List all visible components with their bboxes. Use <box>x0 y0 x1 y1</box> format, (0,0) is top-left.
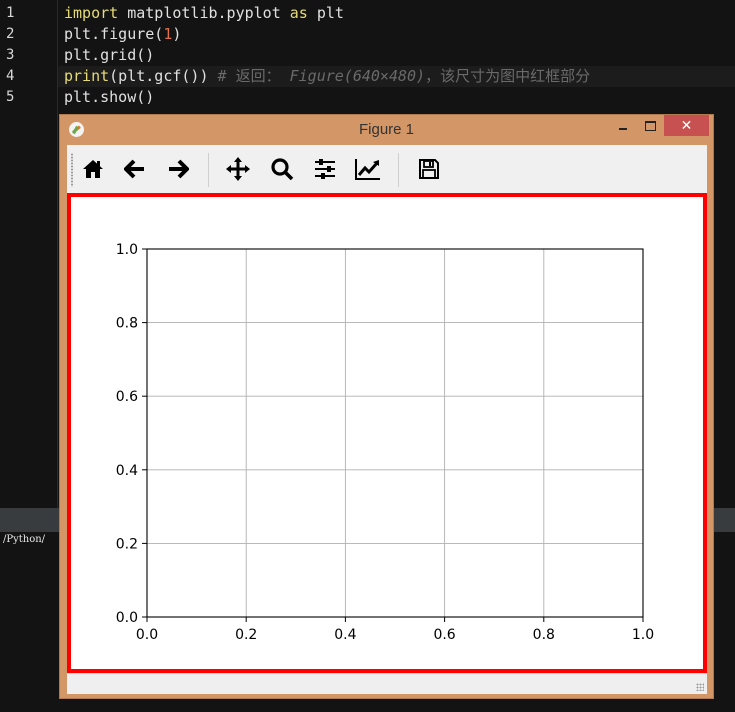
y-tick-label: 0.2 <box>116 536 138 552</box>
y-tick-label: 0.8 <box>116 316 138 332</box>
line-chart-icon <box>355 159 380 180</box>
home-icon <box>83 160 103 178</box>
code-line[interactable]: plt.show() <box>64 87 154 108</box>
back-button[interactable] <box>121 155 149 183</box>
resize-grip-icon[interactable] <box>696 683 704 691</box>
toolbar-separator <box>208 153 209 187</box>
line-number: 4 <box>6 68 15 84</box>
floppy-disk-icon <box>419 159 439 179</box>
code-token: # 返回： <box>208 67 290 85</box>
code-line[interactable]: import matplotlib.pyplot as plt <box>64 3 344 24</box>
chart-svg: 0.0 0.2 0.4 0.6 0.8 1.0 0.0 0.2 0.4 0.6 0.8 1.0 <box>116 242 654 643</box>
edit-axis-button[interactable] <box>354 155 382 183</box>
arrow-right-icon <box>169 159 189 179</box>
forward-button[interactable] <box>164 155 192 183</box>
code-line[interactable]: plt.figure(1) <box>64 24 181 45</box>
move-icon <box>226 157 250 181</box>
status-bar <box>67 673 707 694</box>
code-token: plt.show() <box>64 88 155 106</box>
code-token: Figure(640×480) <box>289 67 426 85</box>
subplots-button[interactable] <box>311 155 339 183</box>
pan-button[interactable] <box>224 155 252 183</box>
toolbar-separator <box>398 153 399 187</box>
magnifier-icon <box>271 158 294 181</box>
code-token: (plt.gcf()) <box>109 67 209 85</box>
code-line[interactable]: plt.grid() <box>64 45 154 66</box>
code-token: as <box>289 4 308 22</box>
x-tick-label: 0.0 <box>136 627 158 643</box>
y-tick-label: 0.6 <box>116 389 138 405</box>
line-number: 5 <box>6 89 15 105</box>
code-token: plt <box>307 4 344 22</box>
line-number: 1 <box>6 5 15 21</box>
maximize-button[interactable] <box>638 115 662 136</box>
maximize-icon <box>644 120 656 131</box>
code-token: plt.grid() <box>64 46 155 64</box>
code-token: ，该尺寸为图中红框部分 <box>425 67 591 85</box>
console-output: /Python/ <box>3 534 46 545</box>
minimize-button[interactable] <box>612 115 634 136</box>
zoom-button[interactable] <box>268 155 296 183</box>
arrow-left-icon <box>124 159 144 179</box>
navigation-toolbar <box>67 145 707 194</box>
home-button[interactable] <box>79 155 107 183</box>
sliders-icon <box>315 159 335 179</box>
figure-canvas[interactable]: 0.0 0.2 0.4 0.6 0.8 1.0 0.0 0.2 0.4 0.6 0.8 1.0 <box>67 193 707 673</box>
close-button[interactable]: ✕ <box>664 115 709 136</box>
code-line[interactable]: print(plt.gcf()) # 返回： Figure(640×480)，该… <box>64 66 590 87</box>
toolbar-grip-handle[interactable] <box>71 153 73 187</box>
y-tick-label: 0.4 <box>116 463 138 479</box>
code-token: matplotlib.pyplot <box>118 4 290 22</box>
minimize-icon <box>619 127 627 130</box>
line-number: 2 <box>6 26 15 42</box>
x-tick-label: 0.6 <box>433 627 455 643</box>
close-icon: ✕ <box>680 117 693 134</box>
save-button[interactable] <box>415 155 443 183</box>
x-tick-label: 1.0 <box>632 627 654 643</box>
x-tick-label: 0.4 <box>334 627 356 643</box>
axes-frame <box>146 248 644 618</box>
figure-window: Figure 1 ✕ 0.0 0.2 0.4 0.6 0.8 1.0 0.0 0… <box>59 114 714 699</box>
code-token: ) <box>172 25 182 43</box>
x-tick-label: 0.8 <box>533 627 555 643</box>
code-token: import <box>64 4 119 22</box>
code-token: plt.figure( <box>64 25 164 43</box>
y-tick-label: 1.0 <box>116 242 138 258</box>
code-token: print <box>64 67 110 85</box>
line-number: 3 <box>6 47 15 63</box>
window-titlebar[interactable]: Figure 1 ✕ <box>60 115 713 145</box>
y-tick-label: 0.0 <box>116 610 138 626</box>
line-number-gutter: 1 2 3 4 5 <box>0 0 58 508</box>
x-tick-label: 0.2 <box>235 627 257 643</box>
